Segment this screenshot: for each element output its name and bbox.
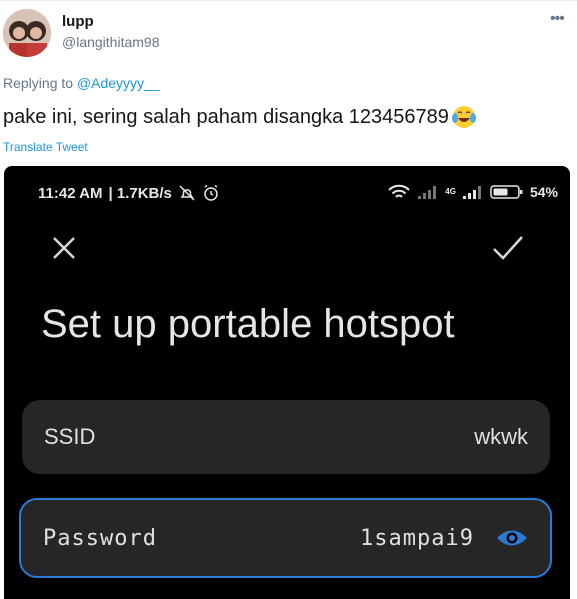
battery-icon [490,185,523,199]
password-right: 1sampai9 [360,526,528,551]
more-horizontal-icon[interactable]: ••• [550,10,565,28]
status-time: 11:42 AM [38,184,103,202]
alarm-icon [204,184,218,201]
avatar-image [3,9,51,57]
replying-to-mention[interactable]: @Adeyyyy__ [77,75,160,91]
translate-tweet-link[interactable]: Translate Tweet [3,140,88,154]
status-speed: | 1.7KB/s [108,184,172,202]
replying-to-label: Replying to [3,75,74,91]
display-name[interactable]: lupp [62,13,94,30]
battery-percent: 54% [529,184,558,200]
alarm-off-icon [179,185,195,201]
ssid-value[interactable]: wkwk [474,424,528,450]
page-title: Set up portable hotspot [41,302,455,346]
face-with-tears-of-joy-icon [451,106,476,128]
replying-to: Replying to @Adeyyyy__ [3,75,160,91]
top-divider [0,0,577,1]
phone-screenshot: 11:42 AM | 1.7KB/s 4G 54% Set up portabl… [4,166,570,599]
status-bar-right: 4G 54% [387,183,558,201]
password-value[interactable]: 1sampai9 [360,526,474,551]
user-handle[interactable]: @langithitam98 [62,34,160,50]
avatar[interactable] [3,9,51,57]
signal-icon-2 [462,186,481,199]
tweet-body: pake ini, sering salah paham disangka 12… [3,105,449,128]
ssid-field[interactable]: SSID wkwk [22,400,550,474]
tweet-text: pake ini, sering salah paham disangka 12… [3,104,477,130]
close-icon[interactable] [48,232,80,264]
ssid-label: SSID [44,424,96,449]
signal-icon [418,186,437,199]
check-icon[interactable] [490,232,526,264]
network-type: 4G [445,187,456,196]
status-bar-left: 11:42 AM | 1.7KB/s [38,184,220,202]
password-label: Password [43,525,157,551]
wifi-icon [388,184,411,198]
password-field[interactable]: Password 1sampai9 [19,498,552,578]
eye-icon[interactable] [496,527,528,549]
